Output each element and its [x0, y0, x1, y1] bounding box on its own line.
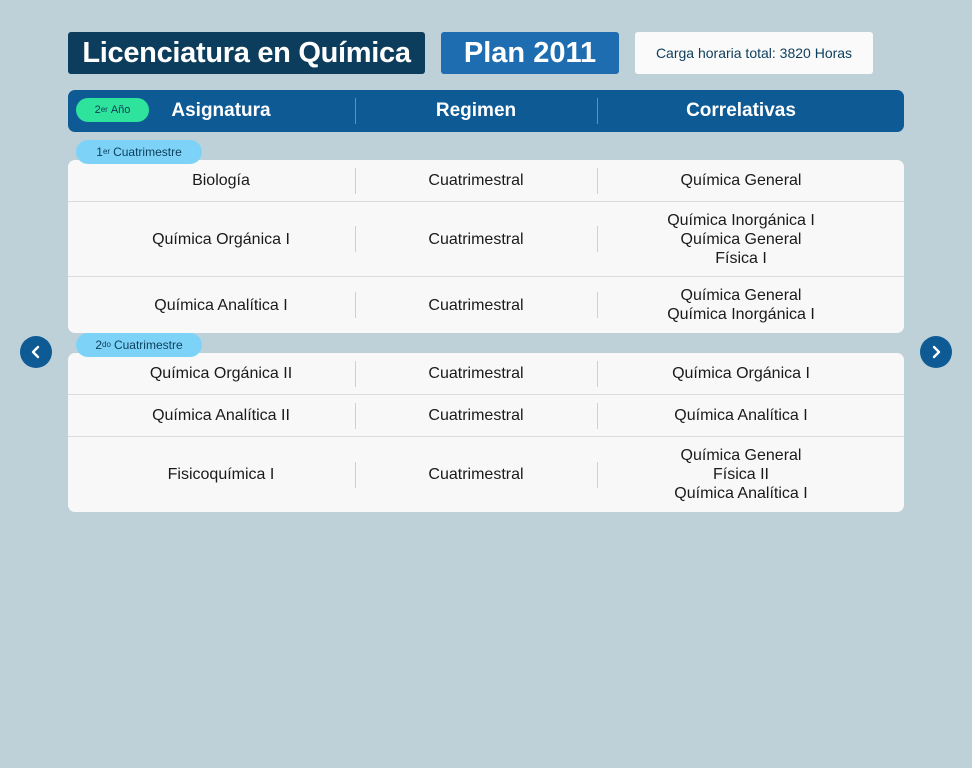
regime-value: Cuatrimestral	[428, 365, 524, 382]
regime-value: Cuatrimestral	[428, 172, 524, 189]
correlatives-cell: Química General Física II Química Analít…	[598, 437, 884, 512]
semester-suffix: er	[102, 147, 111, 156]
semester-word: Cuatrimestre	[113, 145, 182, 159]
regime-cell: Cuatrimestral	[356, 160, 596, 201]
regime-cell: Cuatrimestral	[356, 437, 596, 512]
subject-cell: Química Orgánica I	[68, 202, 374, 276]
subject-name: Química Orgánica II	[149, 365, 293, 382]
correlatives-cell: Química Inorgánica I Química General Fís…	[598, 202, 884, 276]
semester-word: Cuatrimestre	[113, 338, 183, 352]
correlative-item: Química Analítica I	[674, 485, 808, 502]
subject-cell: Fisicoquímica I	[68, 437, 374, 512]
semester-2-table: Química Orgánica II Cuatrimestral Químic…	[68, 353, 904, 512]
correlative-item: Química Orgánica I	[672, 365, 810, 382]
correlatives-cell: Química Analítica I	[598, 395, 884, 436]
correlatives-cell: Química Orgánica I	[598, 353, 884, 394]
regime-value: Cuatrimestral	[428, 407, 524, 424]
subject-name: Biología	[192, 172, 250, 189]
year-badge[interactable]: 2 er Año	[76, 98, 149, 122]
regime-cell: Cuatrimestral	[356, 353, 596, 394]
correlative-item: Física II	[712, 466, 769, 483]
subject-cell: Química Orgánica II	[68, 353, 374, 394]
semester-number: 2	[95, 338, 103, 352]
correlative-item: Química General	[680, 172, 802, 189]
total-hours: Carga horaria total: 3820 Horas	[635, 32, 873, 74]
subject-cell: Química Analítica II	[68, 395, 374, 436]
regime-cell: Cuatrimestral	[356, 277, 596, 333]
next-year-button[interactable]	[920, 336, 952, 368]
subject-name: Química Analítica I	[154, 296, 288, 314]
year-word: Año	[110, 104, 131, 116]
table-row[interactable]: Fisicoquímica I Cuatrimestral Química Ge…	[68, 437, 904, 512]
regime-value: Cuatrimestral	[428, 296, 524, 314]
regime-value: Cuatrimestral	[428, 230, 524, 248]
semester-1-badge: 1 er Cuatrimestre	[76, 140, 202, 164]
header-regime: Regimen	[435, 100, 517, 121]
table-row[interactable]: Química Analítica II Cuatrimestral Quími…	[68, 395, 904, 437]
header-correlatives: Correlativas	[686, 100, 796, 121]
chevron-right-icon	[932, 345, 941, 359]
regime-cell: Cuatrimestral	[356, 202, 596, 276]
plan-label: Plan 2011	[441, 32, 619, 74]
program-title: Licenciatura en Química	[68, 32, 425, 74]
semester-suffix: do	[102, 340, 111, 349]
header-subject: Asignatura	[171, 100, 271, 121]
table-header: 2 er Año Asignatura Regimen Correlativas	[68, 90, 904, 132]
correlative-item: Química Analítica I	[674, 407, 808, 424]
subject-cell: Química Analítica I	[68, 277, 374, 333]
previous-year-button[interactable]	[20, 336, 52, 368]
table-row[interactable]: Biología Cuatrimestral Química General	[68, 160, 904, 202]
semester-2-badge: 2 do Cuatrimestre	[76, 333, 202, 357]
table-row[interactable]: Química Analítica I Cuatrimestral Químic…	[68, 277, 904, 333]
subject-name: Química Analítica II	[152, 407, 290, 424]
table-row[interactable]: Química Orgánica I Cuatrimestral Química…	[68, 202, 904, 277]
correlatives-cell: Química General	[598, 160, 884, 201]
subject-cell: Biología	[68, 160, 374, 201]
regime-cell: Cuatrimestral	[356, 395, 596, 436]
semester-1-table: Biología Cuatrimestral Química General Q…	[68, 160, 904, 333]
correlative-item: Química General	[680, 230, 802, 248]
year-suffix: er	[100, 105, 108, 114]
subject-name: Química Orgánica I	[152, 230, 290, 248]
correlative-item: Química Inorgánica I	[667, 306, 815, 323]
correlative-item: Química Inorgánica I	[667, 211, 815, 229]
chevron-left-icon	[31, 345, 40, 359]
semester-number: 1	[96, 145, 103, 159]
correlative-item: Química General	[680, 447, 802, 464]
correlatives-cell: Química General Química Inorgánica I	[598, 277, 884, 333]
correlative-item: Química General	[680, 287, 802, 304]
table-row[interactable]: Química Orgánica II Cuatrimestral Químic…	[68, 353, 904, 395]
regime-value: Cuatrimestral	[428, 466, 524, 483]
correlative-item: Física I	[715, 249, 767, 267]
subject-name: Fisicoquímica I	[167, 466, 275, 483]
